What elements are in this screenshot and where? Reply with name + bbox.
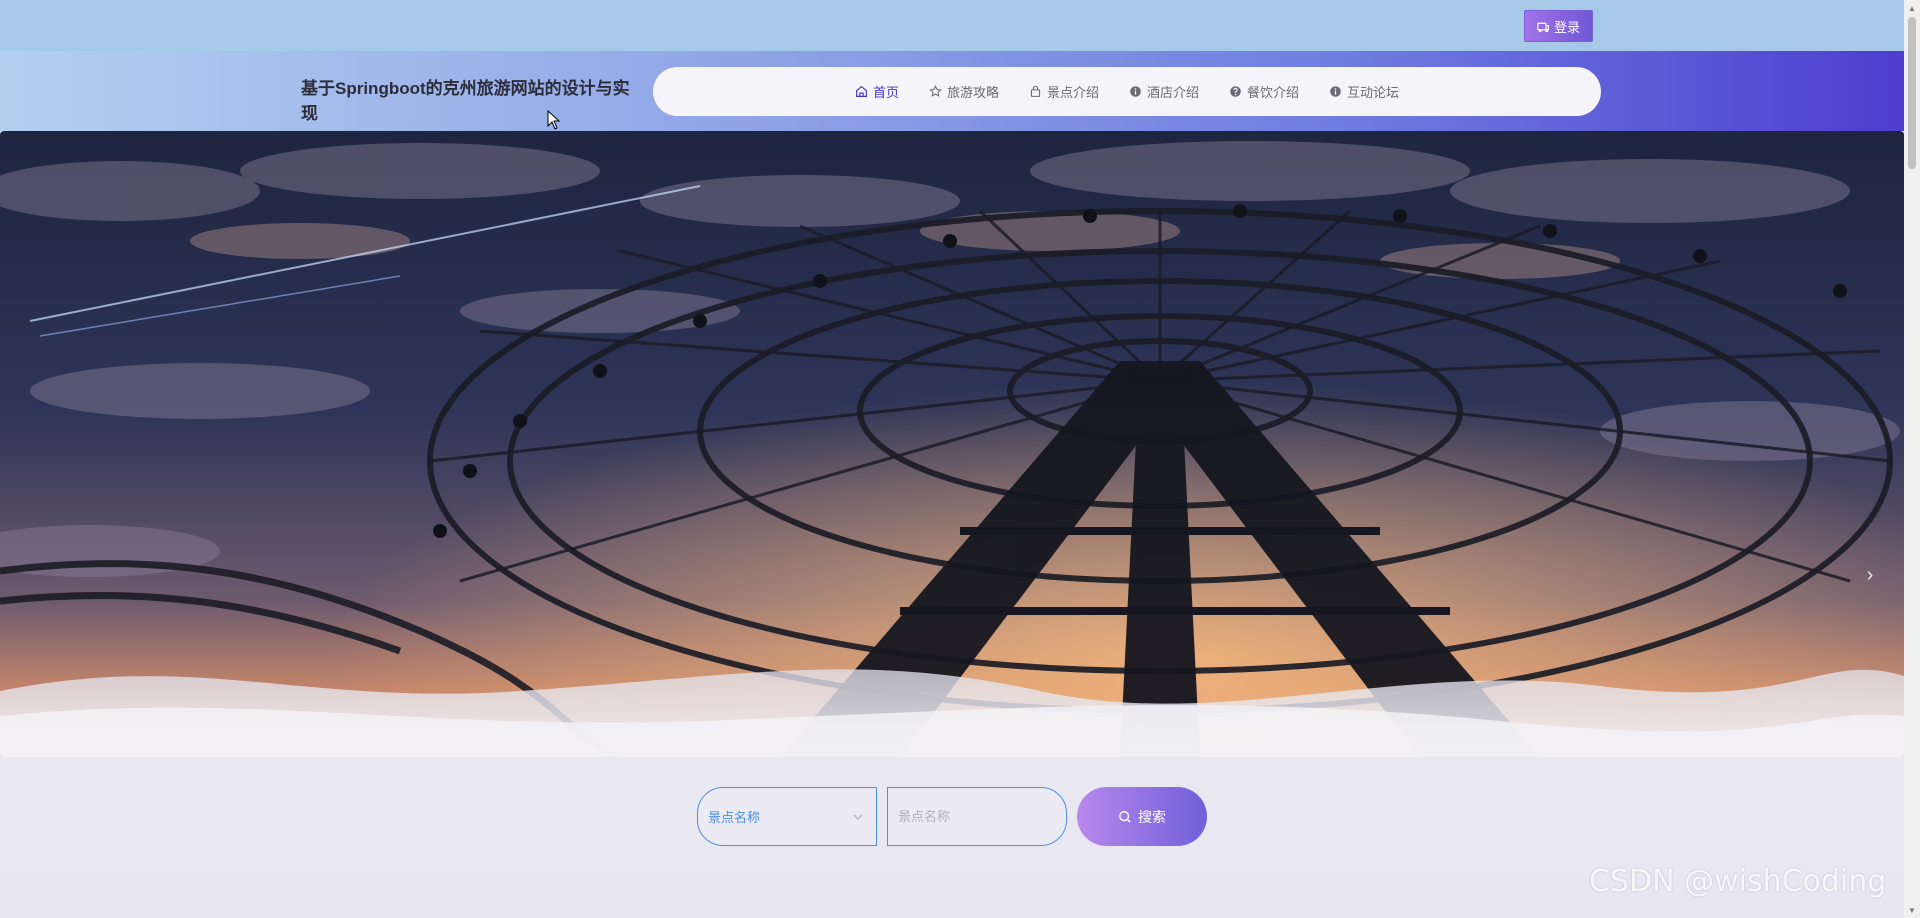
home-icon (856, 85, 867, 97)
search-field-select[interactable]: 景点名称 (697, 787, 877, 846)
site-title: 基于Springboot的克州旅游网站的设计与实现 (301, 79, 630, 123)
main-nav: 首页 旅游攻略 景点介绍 酒店介绍 餐饮介绍 互动论坛 (653, 67, 1601, 116)
scroll-down-arrow-icon[interactable]: ▼ (1904, 902, 1920, 918)
mouse-cursor-icon (547, 110, 561, 130)
search-icon (1119, 810, 1131, 823)
watermark: CSDN @wishCoding (1589, 864, 1887, 899)
nav-label: 旅游攻略 (946, 85, 999, 100)
chevron-right-icon[interactable]: › (1861, 563, 1879, 587)
star-icon (929, 85, 942, 97)
ferris-wheel-image (0, 131, 1904, 757)
chevron-down-icon (853, 814, 863, 820)
nav-item-hotels[interactable]: 酒店介绍 (1129, 82, 1199, 101)
top-bar (0, 0, 1904, 51)
scroll-up-arrow-icon[interactable]: ▲ (1904, 0, 1920, 16)
nav-item-home[interactable]: 首页 (855, 82, 899, 101)
scrollbar[interactable]: ▲ ▼ (1904, 0, 1920, 918)
nav-item-travel-guide[interactable]: 旅游攻略 (929, 82, 999, 101)
nav-label: 餐饮介绍 (1247, 85, 1300, 100)
search-button[interactable]: 搜索 (1077, 787, 1207, 846)
login-button[interactable]: 登录 (1524, 10, 1593, 42)
scroll-thumb[interactable] (1908, 17, 1916, 169)
nav-item-forum[interactable]: 互动论坛 (1329, 82, 1399, 101)
select-value: 景点名称 (708, 810, 761, 825)
nav-label: 首页 (872, 85, 899, 100)
nav-label: 酒店介绍 (1147, 85, 1200, 100)
nav-item-dining[interactable]: 餐饮介绍 (1229, 82, 1299, 101)
nav-label: 景点介绍 (1046, 85, 1099, 100)
search-button-label: 搜索 (1138, 808, 1166, 825)
bag-icon (1030, 85, 1041, 97)
hero-banner: › (0, 131, 1904, 757)
nav-label: 互动论坛 (1347, 85, 1400, 100)
info-icon (1330, 86, 1341, 97)
login-icon (1537, 22, 1549, 32)
info-icon (1130, 86, 1141, 97)
search-input[interactable] (887, 787, 1067, 846)
nav-item-scenic-spots[interactable]: 景点介绍 (1029, 82, 1099, 101)
login-label: 登录 (1553, 19, 1580, 35)
question-icon (1230, 86, 1241, 97)
